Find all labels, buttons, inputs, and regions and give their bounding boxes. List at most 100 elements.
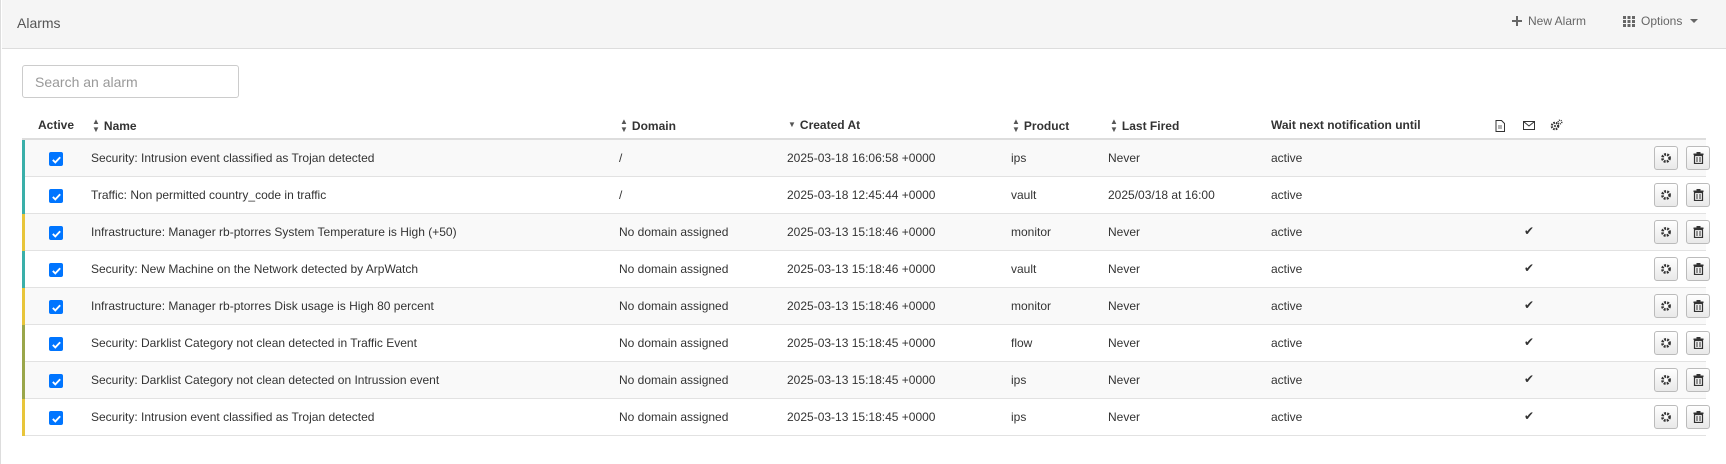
alarm-last-fired: 2025/03/18 at 16:00 <box>1108 188 1215 202</box>
check-icon <box>51 341 61 349</box>
table-header: Active ▲︎ ▼︎ Name ▲︎ ▼︎ Domain ▼︎ Created At … <box>22 114 1706 140</box>
gear-icon <box>1661 375 1671 385</box>
active-checkbox[interactable] <box>49 152 63 166</box>
severity-indicator <box>22 288 25 325</box>
alarm-created-at: 2025-03-13 15:18:45 +0000 <box>787 410 936 424</box>
trash-icon <box>1693 226 1703 238</box>
alarm-last-fired: Never <box>1108 336 1141 350</box>
sort-icon: ▲︎ ▼︎ <box>1110 117 1118 134</box>
active-checkbox[interactable] <box>49 411 63 425</box>
severity-indicator <box>22 362 25 399</box>
table-row: Security: New Machine on the Network det… <box>22 251 1710 288</box>
delete-button[interactable] <box>1686 331 1710 355</box>
gear-icon <box>1661 190 1671 200</box>
delete-button[interactable] <box>1686 368 1710 392</box>
alarm-domain: No domain assigned <box>619 299 729 313</box>
column-last-fired[interactable]: ▲︎ ▼︎ Last Fired <box>1110 118 1179 134</box>
email-check-icon: ✔ <box>1524 372 1535 386</box>
search-input[interactable] <box>22 65 239 98</box>
active-checkbox[interactable] <box>49 189 63 203</box>
delete-button[interactable] <box>1686 183 1710 207</box>
configure-button[interactable] <box>1654 331 1678 355</box>
alarm-last-fired: Never <box>1108 151 1141 165</box>
alarm-domain: No domain assigned <box>619 262 729 276</box>
delete-button[interactable] <box>1686 146 1710 170</box>
active-checkbox[interactable] <box>49 374 63 388</box>
plus-icon <box>1512 16 1522 26</box>
active-checkbox[interactable] <box>49 226 63 240</box>
alarm-product: monitor <box>1011 299 1052 313</box>
alarm-domain: No domain assigned <box>619 336 729 350</box>
grid-icon <box>1623 15 1635 27</box>
gear-icon <box>1661 153 1671 163</box>
options-dropdown[interactable]: Options <box>1623 14 1699 28</box>
sort-icon: ▲︎ ▼︎ <box>620 117 628 134</box>
configure-button[interactable] <box>1654 146 1678 170</box>
configure-button[interactable] <box>1654 220 1678 244</box>
alarm-last-fired: Never <box>1108 262 1141 276</box>
check-icon <box>51 156 61 164</box>
alarm-last-fired: Never <box>1108 410 1141 424</box>
trash-icon <box>1693 189 1703 201</box>
alarm-wait: active <box>1271 225 1303 239</box>
check-icon <box>51 304 61 312</box>
sort-icon: ▲︎ ▼︎ <box>92 117 100 134</box>
cogs-icon <box>1550 119 1563 132</box>
trash-icon <box>1693 152 1703 164</box>
table-row: Traffic: Non permitted country_code in t… <box>22 177 1710 214</box>
alarm-name: Security: Darklist Category not clean de… <box>91 336 417 350</box>
severity-indicator <box>22 399 25 436</box>
check-icon <box>51 193 61 201</box>
alarm-domain: No domain assigned <box>619 373 729 387</box>
table-row: Security: Intrusion event classified as … <box>22 140 1710 177</box>
trash-icon <box>1693 374 1703 386</box>
alarm-domain: No domain assigned <box>619 410 729 424</box>
table-row: Infrastructure: Manager rb-ptorres Disk … <box>22 288 1710 325</box>
column-active[interactable]: Active <box>38 118 74 132</box>
severity-indicator <box>22 177 25 214</box>
alarms-table-body: Security: Intrusion event classified as … <box>22 140 1710 436</box>
alarm-product: ips <box>1011 151 1027 165</box>
alarm-name: Traffic: Non permitted country_code in t… <box>91 188 327 202</box>
delete-button[interactable] <box>1686 405 1710 429</box>
configure-button[interactable] <box>1654 405 1678 429</box>
active-checkbox[interactable] <box>49 337 63 351</box>
column-name[interactable]: ▲︎ ▼︎ Name <box>92 118 137 134</box>
alarm-created-at: 2025-03-18 12:45:44 +0000 <box>787 188 936 202</box>
column-domain[interactable]: ▲︎ ▼︎ Domain <box>620 118 676 134</box>
active-checkbox[interactable] <box>49 263 63 277</box>
delete-button[interactable] <box>1686 257 1710 281</box>
alarm-created-at: 2025-03-18 16:06:58 +0000 <box>787 151 936 165</box>
severity-indicator <box>22 140 25 177</box>
alarm-wait: active <box>1271 262 1303 276</box>
active-checkbox[interactable] <box>49 300 63 314</box>
check-icon <box>51 230 61 238</box>
table-row: Security: Darklist Category not clean de… <box>22 325 1710 362</box>
trash-icon <box>1693 337 1703 349</box>
trash-icon <box>1693 263 1703 275</box>
gear-icon <box>1661 264 1671 274</box>
trash-icon <box>1693 300 1703 312</box>
configure-button[interactable] <box>1654 183 1678 207</box>
severity-indicator <box>22 214 25 251</box>
alarm-wait: active <box>1271 336 1303 350</box>
alarm-domain: / <box>619 151 623 165</box>
page-title: Alarms <box>17 15 61 31</box>
configure-button[interactable] <box>1654 294 1678 318</box>
envelope-icon <box>1523 121 1535 130</box>
alarm-last-fired: Never <box>1108 299 1141 313</box>
new-alarm-button[interactable]: New Alarm <box>1512 14 1586 28</box>
email-check-icon: ✔ <box>1524 298 1535 312</box>
column-created-at[interactable]: ▼︎ Created At <box>788 118 860 132</box>
configure-button[interactable] <box>1654 257 1678 281</box>
delete-button[interactable] <box>1686 220 1710 244</box>
configure-button[interactable] <box>1654 368 1678 392</box>
alarm-created-at: 2025-03-13 15:18:45 +0000 <box>787 373 936 387</box>
delete-button[interactable] <box>1686 294 1710 318</box>
alarm-product: flow <box>1011 336 1033 350</box>
column-product[interactable]: ▲︎ ▼︎ Product <box>1012 118 1069 134</box>
alarm-last-fired: Never <box>1108 373 1141 387</box>
alarm-name: Infrastructure: Manager rb-ptorres Syste… <box>91 225 457 239</box>
email-check-icon: ✔ <box>1524 224 1535 238</box>
page-header: Alarms New Alarm Options <box>2 0 1726 49</box>
